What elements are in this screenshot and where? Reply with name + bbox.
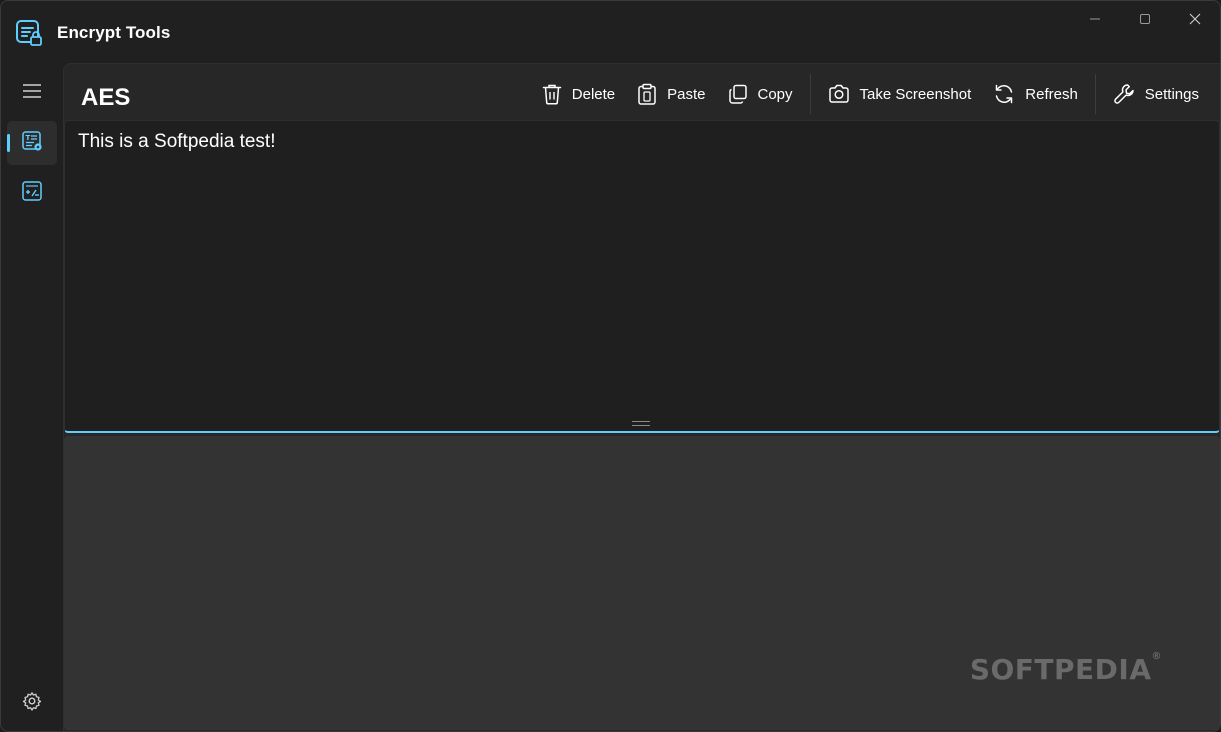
- maximize-icon: [1139, 13, 1151, 25]
- clipboard-icon: [637, 83, 657, 105]
- refresh-label: Refresh: [1025, 85, 1078, 103]
- ciphertext-output[interactable]: SOFTPEDIA®: [64, 436, 1220, 730]
- watermark-text: SOFTPEDIA: [969, 653, 1152, 686]
- copy-label: Copy: [757, 85, 793, 103]
- nav-item-hash[interactable]: [7, 171, 57, 215]
- settings-button[interactable]: Settings: [1102, 74, 1210, 114]
- hash-icon: [21, 180, 43, 207]
- gear-icon: [22, 691, 42, 716]
- paste-button[interactable]: Paste: [626, 74, 716, 114]
- wrench-icon: [1113, 83, 1135, 105]
- refresh-button[interactable]: Refresh: [982, 74, 1089, 114]
- command-bar: Delete Paste Copy Take Screenshot Refres…: [531, 72, 1210, 116]
- take-screenshot-button[interactable]: Take Screenshot: [817, 74, 983, 114]
- settings-label: Settings: [1144, 85, 1199, 103]
- close-icon: [1189, 13, 1201, 25]
- copy-button[interactable]: Copy: [717, 74, 804, 114]
- refresh-icon: [993, 83, 1015, 105]
- toolbar-separator: [809, 74, 811, 114]
- svg-text:T: T: [26, 134, 31, 142]
- minimize-button[interactable]: [1070, 1, 1120, 37]
- camera-icon: [828, 84, 850, 104]
- text-encrypt-icon: T: [21, 130, 43, 157]
- content-area: AES Delete Paste Copy Take Screenshot Re…: [63, 63, 1220, 731]
- minimize-icon: [1089, 13, 1101, 25]
- app-window: Encrypt Tools T AES Delete Paste Copy Ta…: [0, 0, 1221, 732]
- toolbar-separator: [1094, 74, 1096, 114]
- delete-label: Delete: [571, 85, 616, 103]
- menu-icon: [22, 83, 42, 104]
- plaintext-value: This is a Softpedia test!: [78, 131, 276, 152]
- paste-label: Paste: [667, 85, 706, 103]
- window-controls: [1070, 1, 1220, 37]
- nav-settings[interactable]: [7, 681, 57, 725]
- copy-icon: [728, 84, 748, 104]
- take-screenshot-label: Take Screenshot: [859, 85, 972, 103]
- close-button[interactable]: [1170, 1, 1220, 37]
- navigation-rail: T: [1, 63, 63, 731]
- app-logo-icon: [15, 19, 43, 47]
- watermark-mark: ®: [1151, 651, 1162, 662]
- page-title: AES: [81, 84, 131, 111]
- nav-item-text-encrypt[interactable]: T: [7, 121, 57, 165]
- maximize-button[interactable]: [1120, 1, 1170, 37]
- title-bar[interactable]: Encrypt Tools: [1, 1, 1220, 63]
- plaintext-input[interactable]: This is a Softpedia test!: [64, 120, 1220, 433]
- resize-grip-icon[interactable]: [632, 421, 650, 426]
- nav-menu-toggle[interactable]: [7, 71, 57, 115]
- trash-icon: [542, 83, 562, 105]
- app-title: Encrypt Tools: [57, 23, 171, 42]
- delete-button[interactable]: Delete: [531, 74, 626, 114]
- softpedia-watermark: SOFTPEDIA®: [969, 651, 1162, 686]
